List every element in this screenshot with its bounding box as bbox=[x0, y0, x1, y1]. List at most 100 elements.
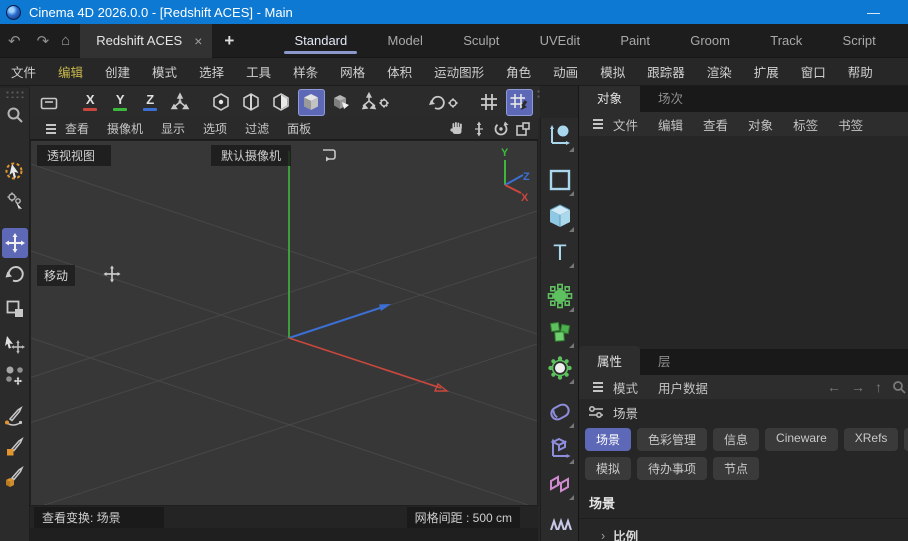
scale-tool-icon[interactable] bbox=[2, 294, 28, 324]
axis-modify-icon[interactable] bbox=[167, 89, 194, 116]
menu-tools[interactable]: 工具 bbox=[235, 62, 282, 81]
attribute-object-row[interactable]: 场景 bbox=[579, 399, 908, 425]
category-nodes[interactable]: 节点 bbox=[713, 457, 759, 480]
vp-menu-view[interactable]: 查看 bbox=[56, 120, 98, 137]
coordinates-box-icon[interactable] bbox=[36, 89, 63, 116]
om-menu-tags[interactable]: 标签 bbox=[783, 115, 828, 134]
menu-edit[interactable]: 编辑 bbox=[47, 62, 94, 81]
category-color-management[interactable]: 色彩管理 bbox=[637, 428, 707, 451]
menu-file[interactable]: 文件 bbox=[0, 62, 47, 81]
new-tab-button[interactable]: + bbox=[212, 31, 246, 51]
deformer-icon[interactable] bbox=[544, 394, 576, 430]
maximize-view-icon[interactable] bbox=[514, 120, 532, 138]
rotate-tool-icon[interactable] bbox=[2, 258, 28, 288]
category-todo[interactable]: 待办事项 bbox=[637, 457, 707, 480]
toolbar-drag-handle[interactable] bbox=[536, 89, 540, 99]
tab-track[interactable]: Track bbox=[766, 25, 806, 56]
tab-model[interactable]: Model bbox=[384, 25, 427, 56]
attribute-menu-icon[interactable] bbox=[579, 381, 603, 393]
quantize-grid-icon[interactable] bbox=[506, 89, 533, 116]
rotate-workplane-icon[interactable] bbox=[426, 89, 462, 116]
menu-spline[interactable]: 样条 bbox=[282, 62, 329, 81]
vp-menu-panel[interactable]: 面板 bbox=[278, 120, 320, 137]
menu-render[interactable]: 渲染 bbox=[696, 62, 743, 81]
search-icon[interactable] bbox=[892, 380, 906, 394]
om-menu-file[interactable]: 文件 bbox=[603, 115, 648, 134]
move-tool-icon[interactable] bbox=[2, 228, 28, 258]
search-tool-icon[interactable] bbox=[2, 100, 28, 130]
category-simulation[interactable]: 模拟 bbox=[585, 457, 631, 480]
lock-y-icon[interactable]: Y bbox=[107, 89, 134, 116]
back-icon[interactable]: ← bbox=[827, 379, 841, 395]
view-label[interactable]: 透视视图 bbox=[37, 145, 111, 166]
tab-groom[interactable]: Groom bbox=[686, 25, 734, 56]
tab-takes[interactable]: 场次 bbox=[640, 86, 701, 112]
volume-builder-icon[interactable] bbox=[544, 314, 576, 350]
vp-menu-display[interactable]: 显示 bbox=[152, 120, 194, 137]
toolbar-drag-handle[interactable] bbox=[32, 89, 33, 115]
menu-character[interactable]: 角色 bbox=[495, 62, 542, 81]
workplane-icon[interactable] bbox=[358, 89, 394, 116]
cloner-icon[interactable] bbox=[544, 278, 576, 314]
pen-cube-icon[interactable] bbox=[2, 462, 28, 492]
polygons-mode-icon[interactable] bbox=[268, 89, 295, 116]
om-menu-bookmarks[interactable]: 书签 bbox=[828, 115, 873, 134]
edges-mode-icon[interactable] bbox=[238, 89, 265, 116]
lock-x-icon[interactable]: X bbox=[77, 89, 104, 116]
category-animation[interactable]: 动画 bbox=[904, 428, 908, 451]
palette-drag-handle[interactable] bbox=[5, 90, 25, 98]
tab-standard[interactable]: Standard bbox=[290, 25, 351, 56]
tab-paint[interactable]: Paint bbox=[616, 25, 654, 56]
plane-primitive-icon[interactable] bbox=[544, 162, 576, 198]
category-cineware[interactable]: Cineware bbox=[765, 428, 838, 451]
points-mode-icon[interactable] bbox=[208, 89, 235, 116]
up-icon[interactable]: ↑ bbox=[875, 379, 882, 395]
tab-uvedit[interactable]: UVEdit bbox=[536, 25, 584, 56]
hair-icon[interactable] bbox=[544, 516, 576, 530]
live-selection-icon[interactable] bbox=[2, 156, 28, 186]
dolly-icon[interactable] bbox=[470, 120, 488, 138]
pan-hand-icon[interactable] bbox=[448, 120, 466, 138]
vp-menu-camera[interactable]: 摄像机 bbox=[98, 120, 152, 137]
snap-grid-icon[interactable] bbox=[476, 89, 503, 116]
simulation-move-icon[interactable] bbox=[2, 360, 28, 390]
tab-objects[interactable]: 对象 bbox=[579, 86, 640, 112]
minimize-button[interactable]: — bbox=[867, 5, 880, 20]
object-list[interactable] bbox=[579, 136, 908, 349]
menu-mode[interactable]: 模式 bbox=[141, 62, 188, 81]
viewport[interactable]: 查看 摄像机 显示 选项 过滤 面板 bbox=[30, 118, 538, 541]
field-icon[interactable] bbox=[544, 430, 576, 466]
group-scale[interactable]: › 比例 bbox=[579, 518, 908, 541]
menu-animate[interactable]: 动画 bbox=[542, 62, 589, 81]
menu-tracker[interactable]: 跟踪器 bbox=[636, 62, 696, 81]
cube-primitive-icon[interactable] bbox=[544, 198, 576, 234]
category-scene[interactable]: 场景 bbox=[585, 428, 631, 451]
menu-extensions[interactable]: 扩展 bbox=[743, 62, 790, 81]
spline-primitive-icon[interactable] bbox=[544, 118, 576, 154]
vp-menu-filter[interactable]: 过滤 bbox=[236, 120, 278, 137]
menu-create[interactable]: 创建 bbox=[94, 62, 141, 81]
camera-switch-icon[interactable] bbox=[319, 146, 339, 162]
menu-volume[interactable]: 体积 bbox=[376, 62, 423, 81]
om-menu-view[interactable]: 查看 bbox=[693, 115, 738, 134]
forward-icon[interactable]: → bbox=[851, 379, 865, 395]
menu-simulate[interactable]: 模拟 bbox=[589, 62, 636, 81]
menu-select[interactable]: 选择 bbox=[188, 62, 235, 81]
camera-label[interactable]: 默认摄像机 bbox=[211, 145, 291, 166]
redo-icon[interactable]: ↷ bbox=[29, 32, 58, 50]
menu-mesh[interactable]: 网格 bbox=[329, 62, 376, 81]
sketch-pen-icon[interactable] bbox=[2, 432, 28, 462]
xpresso-icon[interactable] bbox=[544, 466, 576, 502]
tweak-tool-icon[interactable] bbox=[2, 186, 28, 216]
model-mode-icon[interactable] bbox=[298, 89, 325, 116]
lock-z-icon[interactable]: Z bbox=[137, 89, 164, 116]
axis-mode-icon[interactable] bbox=[328, 89, 355, 116]
tab-layers[interactable]: 层 bbox=[640, 346, 689, 375]
viewport-menu-icon[interactable] bbox=[30, 123, 56, 135]
menu-help[interactable]: 帮助 bbox=[837, 62, 884, 81]
object-menu-icon[interactable] bbox=[579, 118, 603, 130]
generator-gear-icon[interactable] bbox=[544, 350, 576, 386]
vp-menu-options[interactable]: 选项 bbox=[194, 120, 236, 137]
category-info[interactable]: 信息 bbox=[713, 428, 759, 451]
viewport-canvas[interactable]: 透视视图 默认摄像机 Y Z X 移动 bbox=[30, 140, 538, 506]
